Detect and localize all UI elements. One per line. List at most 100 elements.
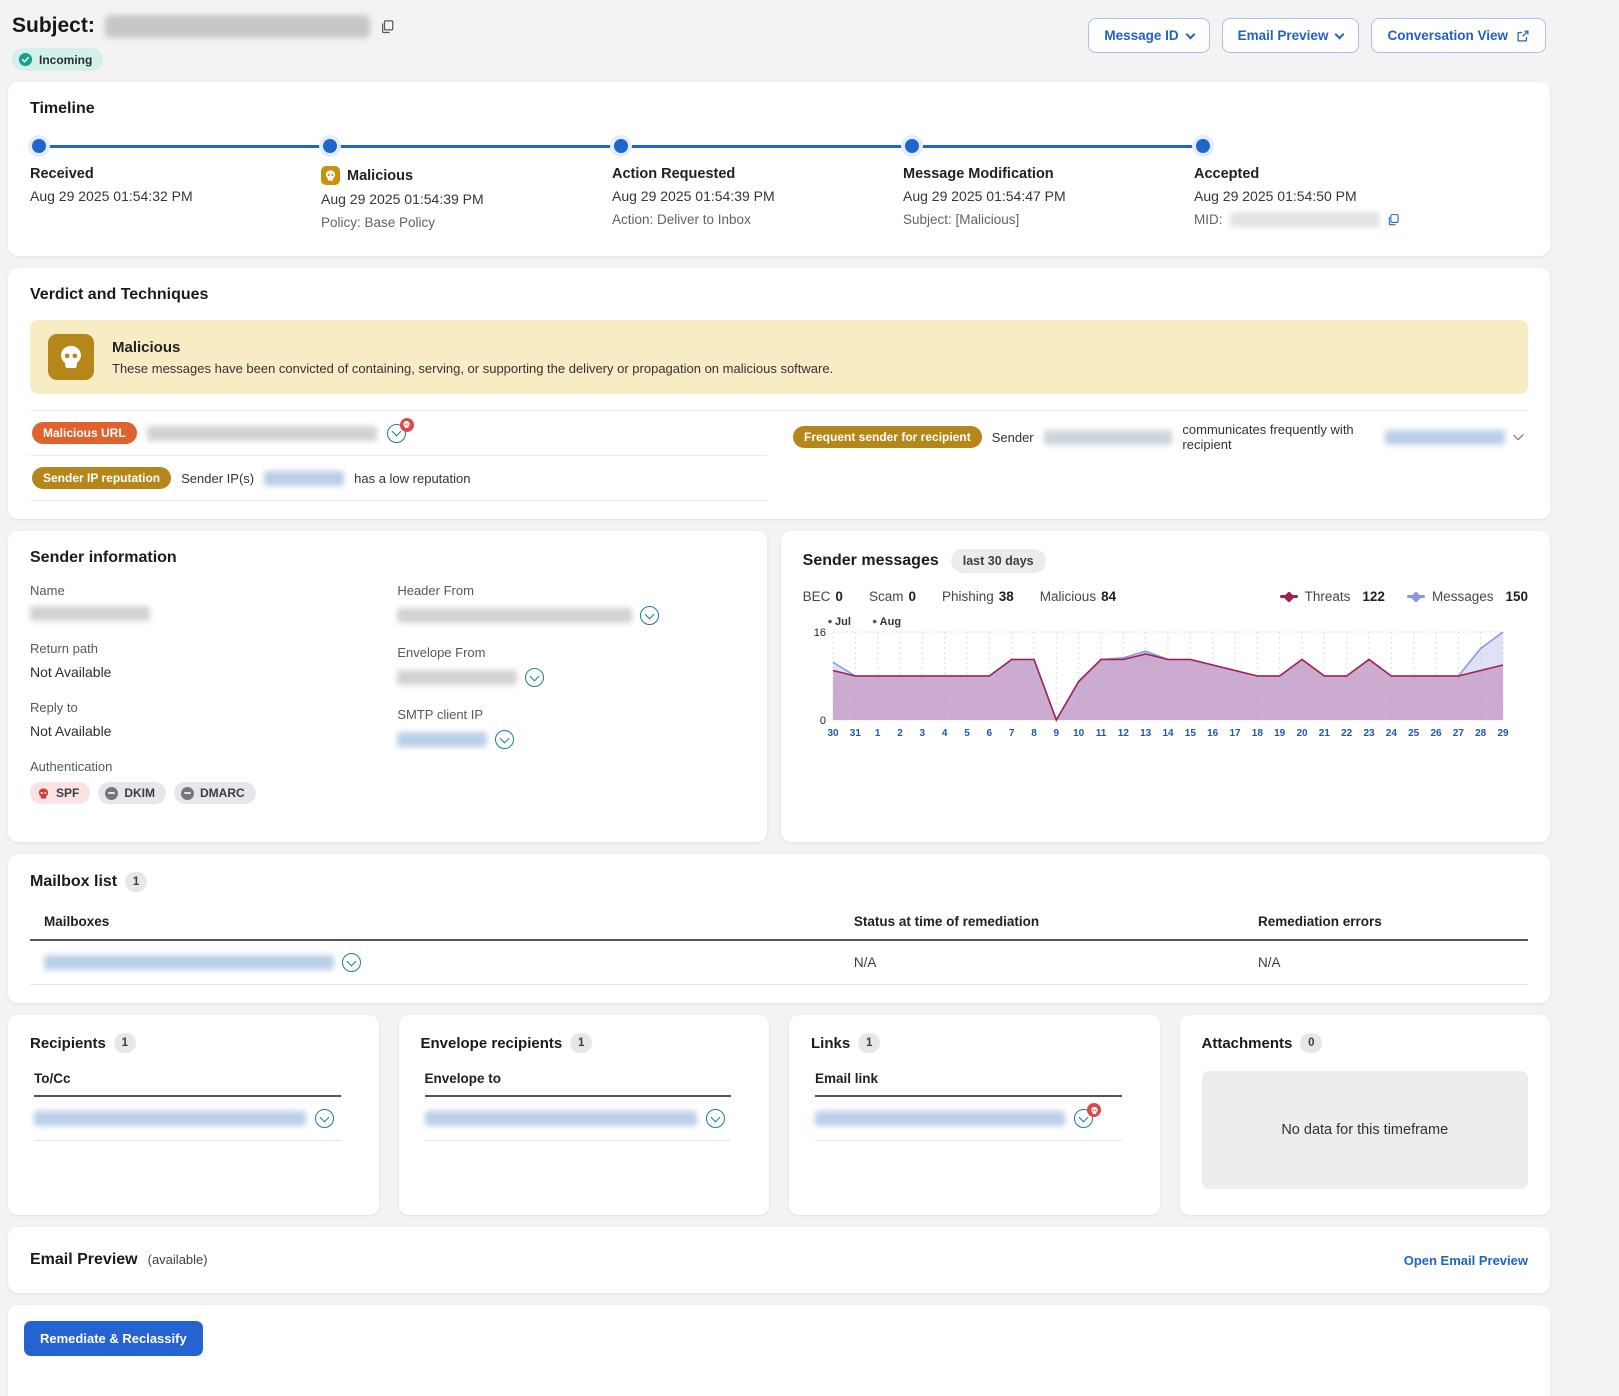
column-errors: Remediation errors	[1258, 906, 1528, 940]
email-preview-card: Email Preview (available) Open Email Pre…	[8, 1227, 1550, 1293]
svg-text:8: 8	[1031, 728, 1037, 739]
list-item	[815, 1097, 1122, 1141]
threat-skull-icon	[400, 418, 414, 432]
verdict-title: Verdict and Techniques	[30, 286, 1528, 304]
conversation-view-button-label: Conversation View	[1387, 28, 1508, 43]
sender-information-card: Sender information Name Return path Not …	[8, 531, 767, 842]
stat-bec: BEC0	[803, 589, 843, 604]
email-link-redacted	[815, 1111, 1065, 1126]
header-from-redacted	[397, 608, 632, 623]
svg-text:1: 1	[875, 728, 881, 739]
milestone-label: Action Requested	[612, 166, 892, 182]
recipient-redacted	[34, 1111, 306, 1126]
svg-text:22: 22	[1341, 728, 1353, 739]
copy-mid-icon[interactable]	[1387, 213, 1400, 226]
reply-to-value: Not Available	[30, 723, 377, 739]
sender-ip-prefix: Sender IP(s)	[181, 471, 254, 486]
milestone-received: Received Aug 29 2025 01:54:32 PM	[30, 166, 310, 204]
svg-text:10: 10	[1073, 728, 1085, 739]
malicious-skull-icon	[321, 166, 340, 185]
field-envelope-from: Envelope From	[397, 645, 744, 687]
column-status: Status at time of remediation	[854, 906, 1258, 940]
attachments-card: Attachments 0 No data for this timeframe	[1180, 1015, 1551, 1215]
conversation-view-button[interactable]: Conversation View	[1371, 18, 1546, 53]
expand-smtp-ip-chevron-icon[interactable]	[495, 730, 514, 749]
malicious-verdict-banner: Malicious These messages have been convi…	[30, 320, 1528, 394]
email-preview-button[interactable]: Email Preview	[1222, 18, 1360, 53]
expand-frequent-sender-chevron-icon[interactable]	[1513, 430, 1524, 441]
svg-text:4: 4	[942, 728, 948, 739]
message-id-button[interactable]: Message ID	[1088, 18, 1209, 53]
frequent-sender-redacted	[1044, 430, 1173, 445]
envelope-recipients-title: Envelope recipients	[421, 1035, 563, 1052]
page-header: Subject: Incoming Message ID Email Previ…	[8, 6, 1550, 82]
threat-skull-icon	[1087, 1103, 1101, 1117]
status-value: N/A	[854, 940, 1258, 985]
milestone-meta: Action: Deliver to Inbox	[612, 212, 892, 227]
sender-ip-reputation-badge: Sender IP reputation	[32, 467, 171, 489]
milestone-malicious: Malicious Aug 29 2025 01:54:39 PM Policy…	[321, 166, 601, 230]
timeline-dot-accepted	[1196, 139, 1210, 153]
milestone-meta: Policy: Base Policy	[321, 215, 601, 230]
svg-text:24: 24	[1385, 728, 1397, 739]
direction-badge-label: Incoming	[39, 53, 92, 67]
field-header-from: Header From	[397, 583, 744, 625]
verdict-card: Verdict and Techniques Malicious These m…	[8, 268, 1550, 519]
expand-envelope-recipient-chevron-icon[interactable]	[706, 1109, 725, 1128]
svg-text:Aug: Aug	[879, 616, 900, 628]
attachments-count-badge: 0	[1300, 1033, 1322, 1053]
mid-redacted-value	[1230, 212, 1380, 227]
links-title: Links	[811, 1035, 850, 1052]
milestone-label: Received	[30, 166, 310, 182]
milestone-accepted: Accepted Aug 29 2025 01:54:50 PM MID:	[1194, 166, 1474, 227]
table-row: N/A N/A	[30, 940, 1528, 985]
milestone-datetime: Aug 29 2025 01:54:47 PM	[903, 188, 1183, 204]
copy-subject-icon[interactable]	[380, 19, 395, 34]
svg-text:2: 2	[897, 728, 903, 739]
legend-messages: Messages150	[1407, 589, 1528, 604]
recipients-card: Recipients 1 To/Cc	[8, 1015, 379, 1215]
errors-value: N/A	[1258, 940, 1528, 985]
mailbox-redacted	[44, 955, 334, 970]
techniques-list: Malicious URL Sender IP reputation Sende…	[30, 410, 1528, 501]
incoming-check-icon	[18, 52, 33, 67]
expand-envelope-from-chevron-icon[interactable]	[525, 668, 544, 687]
svg-text:23: 23	[1363, 728, 1375, 739]
remediate-reclassify-button[interactable]: Remediate & Reclassify	[24, 1321, 203, 1356]
return-path-value: Not Available	[30, 664, 377, 680]
timeline-dot-message-modification	[905, 139, 919, 153]
dmarc-auth-badge: DMARC	[174, 782, 256, 804]
timeline-dot-malicious	[323, 139, 337, 153]
svg-text:31: 31	[849, 728, 861, 739]
chevron-down-icon	[1185, 29, 1195, 39]
expand-recipient-chevron-icon[interactable]	[315, 1109, 334, 1128]
smtp-ip-redacted	[397, 732, 487, 747]
threats-marker-icon	[1280, 595, 1298, 598]
technique-sender-ip-reputation: Sender IP reputation Sender IP(s) has a …	[30, 456, 767, 501]
field-reply-to: Reply to Not Available	[30, 700, 377, 739]
timeline-stepper: Received Aug 29 2025 01:54:32 PM Malicio…	[30, 136, 1528, 238]
chevron-down-icon	[1335, 29, 1345, 39]
expand-mailbox-chevron-icon[interactable]	[342, 953, 361, 972]
envelope-recipients-count-badge: 1	[570, 1033, 592, 1053]
mailbox-list-title: Mailbox list	[30, 873, 117, 891]
mailbox-count-badge: 1	[125, 872, 147, 892]
svg-text:16: 16	[1207, 728, 1219, 739]
expand-header-from-chevron-icon[interactable]	[640, 606, 659, 625]
frequent-sender-badge: Frequent sender for recipient	[793, 426, 982, 448]
milestone-action-requested: Action Requested Aug 29 2025 01:54:39 PM…	[612, 166, 892, 227]
svg-text:5: 5	[964, 728, 970, 739]
svg-text:19: 19	[1274, 728, 1286, 739]
timeframe-badge: last 30 days	[951, 549, 1046, 573]
sender-ip-suffix: has a low reputation	[354, 471, 470, 486]
attachments-empty-state: No data for this timeframe	[1202, 1071, 1529, 1189]
sender-ip-redacted	[264, 471, 344, 486]
open-email-preview-link[interactable]: Open Email Preview	[1404, 1253, 1528, 1268]
svg-text:9: 9	[1053, 728, 1059, 739]
svg-text:12: 12	[1117, 728, 1129, 739]
dkim-auth-badge: DKIM	[98, 782, 166, 804]
timeline-card: Timeline Received Aug 29 2025 01:54:32 P…	[8, 82, 1550, 256]
svg-text:13: 13	[1140, 728, 1152, 739]
recipients-count-badge: 1	[114, 1033, 136, 1053]
subject-label: Subject:	[12, 14, 95, 38]
